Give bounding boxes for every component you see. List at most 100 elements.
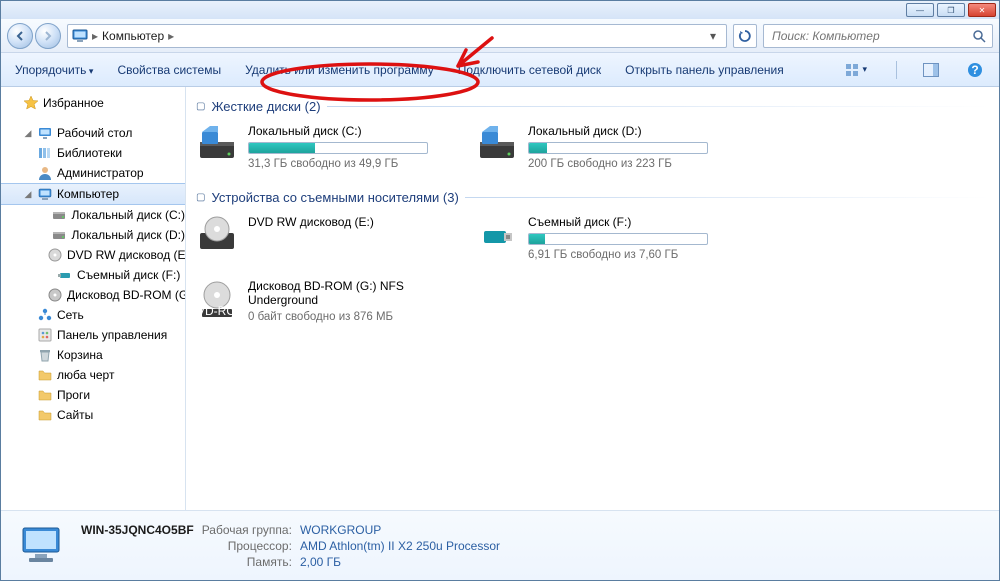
sidebar-item-label: Библиотеки (57, 146, 122, 160)
toolbar-organize[interactable]: Упорядочить (15, 63, 93, 77)
usb-icon (476, 215, 518, 257)
minimize-button[interactable]: — (906, 3, 934, 17)
navigation-bar: ▸ Компьютер ▸ ▾ (1, 19, 999, 53)
usb-icon (57, 267, 73, 283)
sidebar-item-recycle-11[interactable]: Корзина (1, 345, 185, 365)
sidebar-item-network-9[interactable]: Сеть (1, 305, 185, 325)
sidebar-item-label: Сайты (57, 408, 93, 422)
close-button[interactable]: ✕ (968, 3, 996, 17)
arrow-left-icon (14, 30, 26, 42)
folder-icon (37, 367, 53, 383)
breadcrumb-root[interactable]: Компьютер (102, 29, 164, 43)
drive-item[interactable]: Локальный диск (C:)31,3 ГБ свободно из 4… (196, 124, 436, 170)
drive-item[interactable]: Съемный диск (F:)6,91 ГБ свободно из 7,6… (476, 215, 716, 261)
breadcrumb-sep2: ▸ (168, 29, 174, 43)
address-dropdown[interactable]: ▾ (704, 29, 722, 43)
details-pane: WIN-35JQNC4O5BF Рабочая группа: WORKGROU… (1, 510, 999, 580)
nav-back-button[interactable] (7, 23, 33, 49)
drive-name: DVD RW дисковод (E:) (248, 215, 436, 229)
sidebar-item-label: Локальный диск (D:) (71, 228, 185, 242)
address-bar[interactable]: ▸ Компьютер ▸ ▾ (67, 24, 727, 48)
folder-icon (37, 387, 53, 403)
toolbar-map-drive[interactable]: Подключить сетевой диск (458, 63, 601, 77)
details-cpu-label: Процессор: (202, 539, 292, 553)
desktop-icon (37, 125, 53, 141)
details-workgroup: WORKGROUP (300, 523, 500, 537)
libraries-icon (37, 145, 53, 161)
nav-forward-button[interactable] (35, 23, 61, 49)
sidebar-item-label: Рабочий стол (57, 126, 132, 140)
details-ram: 2,00 ГБ (300, 555, 500, 569)
sidebar-item-usb-7[interactable]: Съемный диск (F:) (1, 265, 185, 285)
sidebar-item-label: Проги (57, 388, 90, 402)
sidebar-item-bdrom-8[interactable]: Дисковод BD-ROM (G:) (1, 285, 185, 305)
sidebar-item-user-2[interactable]: Администратор (1, 163, 185, 183)
collapse-icon: ▢ (196, 192, 205, 203)
drive-subtext: 200 ГБ свободно из 223 ГБ (528, 158, 716, 170)
drive-name: Локальный диск (C:) (248, 124, 436, 138)
maximize-button[interactable]: ❐ (937, 3, 965, 17)
sidebar-item-libraries-1[interactable]: Библиотеки (1, 143, 185, 163)
sidebar-item-label: Компьютер (57, 187, 119, 201)
sidebar-item-cpanel-10[interactable]: Панель управления (1, 325, 185, 345)
sidebar-item-computer-3[interactable]: ◢Компьютер (1, 183, 185, 205)
drive-item[interactable]: DVD-ROMДисковод BD-ROM (G:) NFS Undergro… (196, 279, 436, 323)
toolbar-control-panel[interactable]: Открыть панель управления (625, 63, 784, 77)
toolbar-system-properties[interactable]: Свойства системы (117, 63, 221, 77)
group-title: Жесткие диски (2) (211, 99, 320, 114)
drive-item[interactable]: Локальный диск (D:)200 ГБ свободно из 22… (476, 124, 716, 170)
toolbar-view-button[interactable]: ▾ (840, 60, 872, 80)
refresh-button[interactable] (733, 24, 757, 48)
sidebar-item-folder-13[interactable]: Проги (1, 385, 185, 405)
sidebar-item-label: Панель управления (57, 328, 167, 342)
group-header-hdd[interactable]: ▢ Жесткие диски (2) (196, 99, 989, 114)
optical-icon (196, 215, 238, 257)
drive-subtext: 0 байт свободно из 876 МБ (248, 311, 436, 323)
sidebar-item-label: Корзина (57, 348, 103, 362)
sidebar-item-hdd-5[interactable]: Локальный диск (D:) (1, 225, 185, 245)
sidebar-item-folder-14[interactable]: Сайты (1, 405, 185, 425)
capacity-bar (248, 142, 428, 154)
breadcrumb-sep: ▸ (92, 29, 98, 43)
sidebar-item-label: Избранное (43, 96, 104, 110)
toolbar-preview-pane[interactable] (921, 60, 941, 80)
sidebar-item-desktop-0[interactable]: ◢Рабочий стол (1, 123, 185, 143)
sidebar-favorites[interactable]: Избранное (1, 93, 185, 113)
sidebar-item-label: Локальный диск (C:) (71, 208, 185, 222)
tiles-icon (845, 63, 859, 77)
user-icon (37, 165, 53, 181)
details-cpu: AMD Athlon(tm) II X2 250u Processor (300, 539, 500, 553)
sidebar-item-hdd-4[interactable]: Локальный диск (C:) (1, 205, 185, 225)
search-input[interactable] (770, 28, 972, 44)
capacity-bar (528, 142, 708, 154)
explorer-window: — ❐ ✕ ▸ Компьютер ▸ ▾ (0, 0, 1000, 581)
sidebar-item-label: люба черт (57, 368, 114, 382)
sidebar-item-label: Дисковод BD-ROM (G:) (67, 288, 186, 302)
collapse-icon: ▢ (196, 101, 205, 112)
sidebar-item-optical-6[interactable]: DVD RW дисковод (E:) (1, 245, 185, 265)
drive-item[interactable]: DVD RW дисковод (E:) (196, 215, 436, 261)
toolbar-uninstall-program[interactable]: Удалить или изменить программу (245, 63, 434, 77)
details-workgroup-label: Рабочая группа: (202, 523, 292, 537)
hdd-icon (51, 227, 67, 243)
network-icon (37, 307, 53, 323)
toolbar-help[interactable]: ? (965, 60, 985, 80)
search-box[interactable] (763, 24, 993, 48)
svg-text:DVD-ROM: DVD-ROM (196, 304, 238, 318)
svg-text:?: ? (971, 63, 978, 77)
computer-large-icon (17, 522, 65, 570)
capacity-bar (528, 233, 708, 245)
hdd-icon (196, 124, 238, 166)
group-header-removable[interactable]: ▢ Устройства со съемными носителями (3) (196, 190, 989, 205)
bdrom-icon: DVD-ROM (196, 279, 238, 321)
sidebar-item-folder-12[interactable]: люба черт (1, 365, 185, 385)
star-icon (23, 95, 39, 111)
details-computer-name: WIN-35JQNC4O5BF (81, 523, 194, 537)
group-title: Устройства со съемными носителями (3) (211, 190, 458, 205)
folder-icon (37, 407, 53, 423)
sidebar-item-label: Администратор (57, 166, 144, 180)
sidebar-item-label: Съемный диск (F:) (77, 268, 180, 282)
hdd-icon (476, 124, 518, 166)
content-pane: ▢ Жесткие диски (2) Локальный диск (C:)3… (186, 87, 999, 510)
optical-icon (47, 247, 63, 263)
